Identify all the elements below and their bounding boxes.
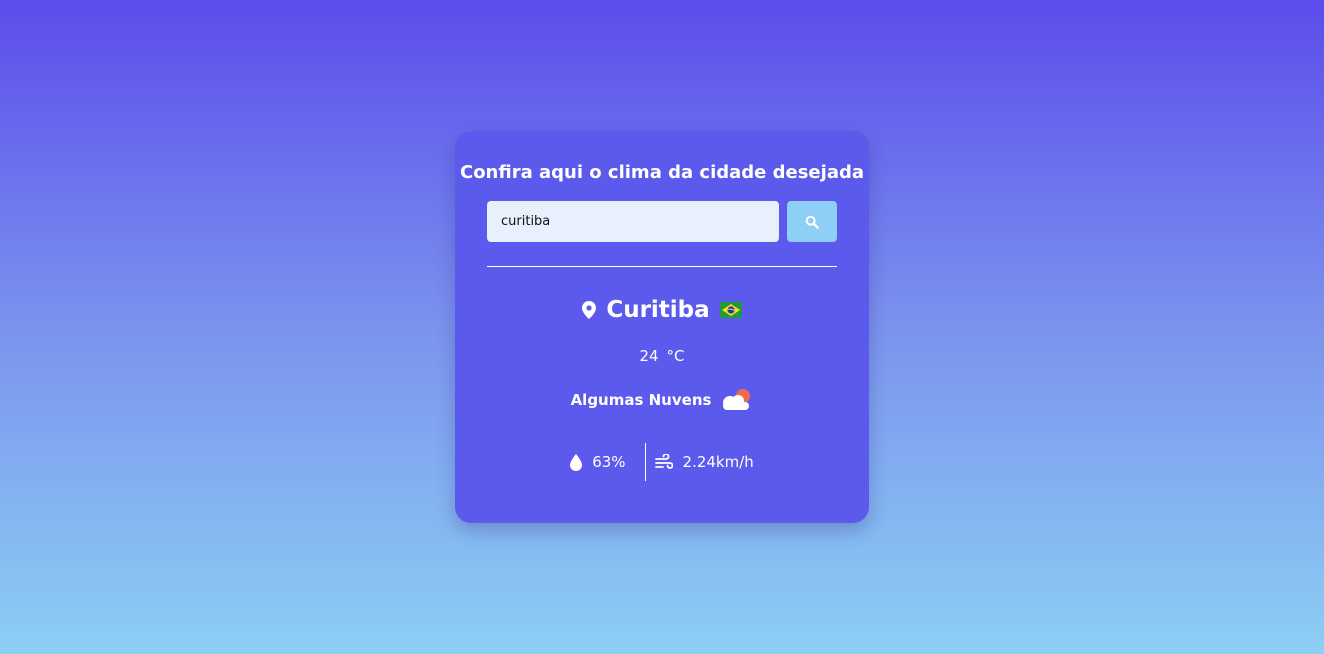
wind: 2.24km/h bbox=[654, 453, 754, 471]
temperature-unit: °C bbox=[666, 347, 685, 365]
wind-icon bbox=[654, 454, 673, 469]
city-search-input[interactable] bbox=[487, 201, 779, 242]
details-divider bbox=[644, 443, 646, 481]
temperature-value: 24 bbox=[639, 347, 659, 365]
temperature-row: 24 °C bbox=[455, 347, 869, 365]
weather-description: Algumas Nuvens bbox=[570, 391, 712, 409]
search-icon bbox=[805, 215, 819, 229]
city-row: Curitiba bbox=[455, 297, 869, 323]
weather-description-row: Algumas Nuvens bbox=[455, 387, 869, 413]
humidity-value: 63% bbox=[592, 453, 626, 471]
page-title: Confira aqui o clima da cidade desejada bbox=[459, 162, 864, 183]
brazil-flag-icon bbox=[719, 302, 742, 318]
weather-details: 63% 2.24km/h bbox=[455, 443, 869, 481]
partly-cloudy-icon bbox=[723, 389, 751, 410]
map-pin-icon bbox=[582, 301, 597, 319]
water-drop-icon bbox=[570, 453, 583, 471]
divider bbox=[487, 266, 837, 267]
city-name: Curitiba bbox=[606, 297, 710, 323]
humidity: 63% bbox=[570, 453, 626, 471]
wind-value: 2.24km/h bbox=[682, 453, 754, 471]
weather-card: Confira aqui o clima da cidade desejada … bbox=[455, 131, 869, 523]
search-button[interactable] bbox=[787, 201, 837, 242]
